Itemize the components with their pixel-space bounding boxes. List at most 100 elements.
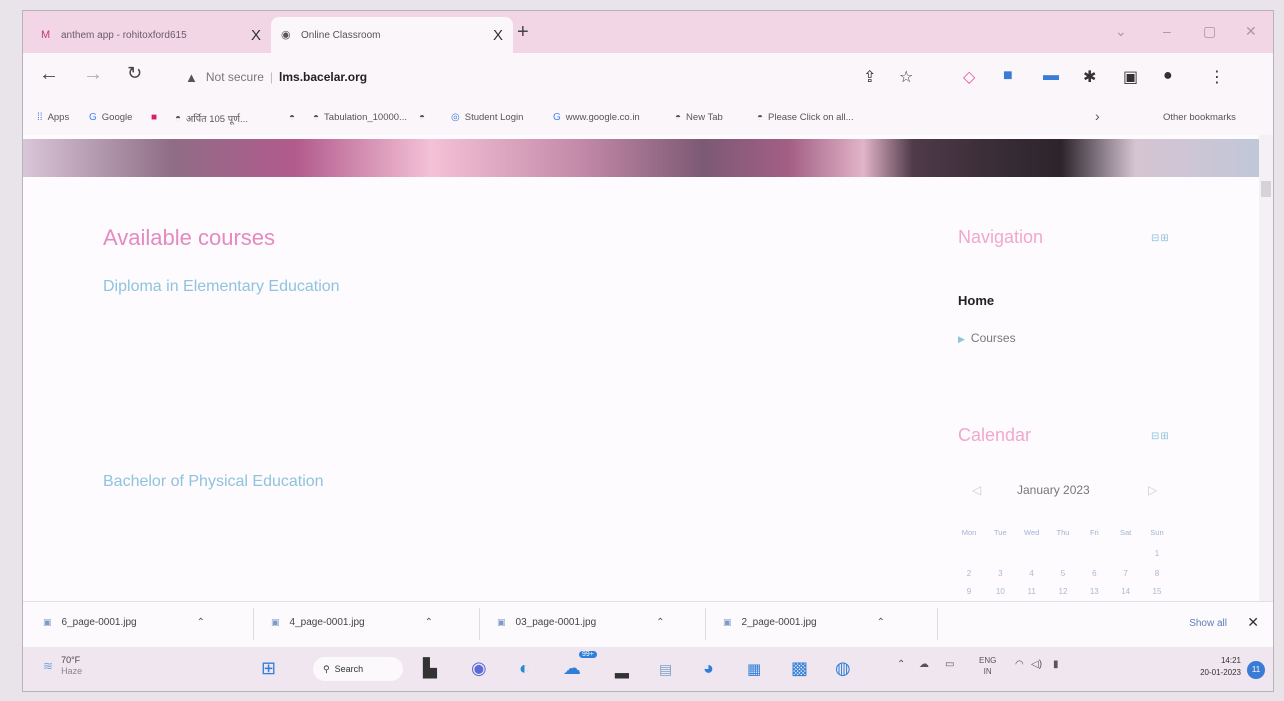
extension-icon[interactable]: ▬: [1043, 67, 1059, 85]
task-view-icon[interactable]: ▙: [423, 658, 437, 679]
reload-icon[interactable]: ↻: [127, 63, 142, 84]
navigation-dock-icon[interactable]: ⊟⊞: [1151, 233, 1170, 244]
calendar-day[interactable]: 3: [989, 569, 1011, 578]
chat-icon[interactable]: ◉: [471, 658, 487, 679]
onedrive-icon[interactable]: ☁: [919, 659, 929, 670]
calendar-prev-month[interactable]: ◁: [972, 483, 981, 497]
calendar-day[interactable]: [989, 549, 1011, 558]
maximize-button[interactable]: ▢: [1203, 23, 1216, 40]
download-item[interactable]: ▣ 03_page-0001.jpg ⌃: [497, 617, 665, 628]
calendar-day[interactable]: 11: [1021, 587, 1043, 596]
photos-icon[interactable]: ▩: [791, 658, 808, 679]
vertical-scrollbar[interactable]: [1259, 135, 1273, 601]
store-icon[interactable]: ▂: [615, 658, 629, 679]
bookmark-site[interactable]: ◓: [419, 112, 430, 123]
calendar-day[interactable]: 7: [1115, 569, 1137, 578]
download-item[interactable]: ▣ 2_page-0001.jpg ⌃: [723, 617, 885, 628]
calendar-day[interactable]: 15: [1146, 587, 1168, 596]
image-file-icon: ▣: [271, 617, 280, 627]
calendar-day[interactable]: 13: [1083, 587, 1105, 596]
chevron-up-icon[interactable]: ⌃: [425, 617, 433, 628]
forward-icon[interactable]: →: [83, 63, 103, 86]
edge-icon[interactable]: ◐: [519, 658, 530, 679]
calendar-day[interactable]: 14: [1115, 587, 1137, 596]
share-icon[interactable]: ⇪: [863, 67, 876, 87]
nav-home-link[interactable]: Home: [958, 293, 994, 308]
calendar-day[interactable]: 12: [1052, 587, 1074, 596]
bookmark-hindi[interactable]: ◓ अर्पित 105 पूर्ण...: [175, 112, 248, 125]
taskbar-search[interactable]: ⚲ Search: [313, 657, 403, 681]
course-link-bachelor[interactable]: Bachelor of Physical Education: [103, 473, 324, 491]
calendar-day[interactable]: 6: [1083, 569, 1105, 578]
bookmark-google-co-in[interactable]: Gwww.google.co.in: [553, 112, 640, 123]
calendar-day[interactable]: 9: [958, 587, 980, 596]
new-tab-button[interactable]: +: [517, 21, 529, 44]
bookmark-tabulation[interactable]: ◓ Tabulation_10000...: [313, 112, 407, 123]
file-explorer-icon[interactable]: ▦: [747, 660, 761, 678]
scrollbar-thumb[interactable]: [1261, 181, 1271, 197]
windows-start-icon[interactable]: ⊞: [261, 658, 276, 679]
bookmark-apps[interactable]: ⁞⁞ Apps: [37, 112, 69, 123]
calendar-day[interactable]: [958, 549, 980, 558]
address-bar[interactable]: ▲ Not secure | lms.bacelar.org: [175, 61, 925, 93]
close-window-button[interactable]: ✕: [1245, 23, 1257, 40]
tab-search-button[interactable]: ⌄: [1115, 23, 1127, 40]
course-link-diploma[interactable]: Diploma in Elementary Education: [103, 278, 340, 296]
bookmark-site[interactable]: ◓: [289, 112, 300, 123]
minimize-button[interactable]: –: [1163, 23, 1171, 39]
avatar[interactable]: ●: [1163, 67, 1173, 85]
tab-title: Online Classroom: [301, 29, 381, 41]
chrome-icon[interactable]: ◕: [703, 658, 714, 679]
bookmark-new-tab[interactable]: ◓ New Tab: [675, 112, 723, 123]
calendar-day[interactable]: 10: [989, 587, 1011, 596]
side-panel-icon[interactable]: ▣: [1123, 67, 1138, 87]
notification-badge[interactable]: 11: [1247, 661, 1265, 679]
bookmarks-more-button[interactable]: ›: [1095, 108, 1100, 124]
excel-icon[interactable]: ▤: [659, 661, 672, 678]
chevron-up-icon[interactable]: ⌃: [656, 617, 664, 628]
back-icon[interactable]: ←: [39, 63, 59, 86]
menu-icon[interactable]: ⋮: [1209, 67, 1225, 87]
battery-icon[interactable]: ▮: [1053, 659, 1059, 670]
nav-courses-link[interactable]: ▶ Courses: [958, 331, 1016, 345]
taskbar-clock[interactable]: 14:21 20-01-2023: [1200, 655, 1241, 679]
calendar-day[interactable]: 8: [1146, 569, 1168, 578]
calendar-day[interactable]: 2: [958, 569, 980, 578]
weather-widget[interactable]: ≋ 70°F Haze: [43, 655, 82, 677]
extension-icon[interactable]: ◇: [963, 67, 975, 87]
calendar-day[interactable]: [1052, 549, 1074, 558]
tab-close-button[interactable]: X: [251, 27, 261, 44]
tab-gmail[interactable]: M anthem app - rohitoxford615 X: [31, 17, 271, 53]
wifi-icon[interactable]: ◠: [1015, 659, 1024, 670]
media-player-icon[interactable]: ◍: [835, 658, 851, 679]
volume-icon[interactable]: ◁): [1031, 659, 1042, 670]
bookmark-star-icon[interactable]: ☆: [899, 67, 913, 87]
bookmark-google[interactable]: G Google: [89, 112, 132, 123]
chevron-up-icon[interactable]: ⌃: [877, 617, 885, 628]
calendar-day[interactable]: 4: [1021, 569, 1043, 578]
extension-icon[interactable]: ■: [1003, 67, 1013, 85]
bookmark-please-click[interactable]: ◓ Please Click on all...: [757, 112, 854, 123]
bookmark-student-login[interactable]: ◎ Student Login: [451, 112, 523, 123]
show-all-downloads-button[interactable]: Show all: [1189, 618, 1227, 629]
chevron-up-icon[interactable]: ⌃: [197, 617, 205, 628]
calendar-dock-icon[interactable]: ⊟⊞: [1151, 431, 1170, 442]
calendar-day[interactable]: [1115, 549, 1137, 558]
calendar-day[interactable]: [1083, 549, 1105, 558]
tab-online-classroom[interactable]: ◉ Online Classroom X: [271, 17, 513, 53]
keyboard-icon[interactable]: ▭: [945, 659, 954, 670]
puzzle-icon[interactable]: ✱: [1083, 67, 1096, 87]
tab-close-button[interactable]: X: [493, 27, 503, 44]
download-item[interactable]: ▣ 4_page-0001.jpg ⌃: [271, 617, 433, 628]
calendar-day[interactable]: 1: [1146, 549, 1168, 558]
language-indicator[interactable]: ENG IN: [979, 655, 996, 677]
mail-icon[interactable]: ☁: [563, 658, 581, 679]
chevron-up-icon[interactable]: ⌃: [897, 659, 905, 670]
download-item[interactable]: ▣ 6_page-0001.jpg ⌃: [43, 617, 205, 628]
bookmark-youtube[interactable]: ■: [151, 112, 162, 123]
calendar-day[interactable]: 5: [1052, 569, 1074, 578]
calendar-day[interactable]: [1021, 549, 1043, 558]
other-bookmarks-folder[interactable]: Other bookmarks: [1163, 112, 1236, 123]
close-downloads-button[interactable]: ✕: [1247, 614, 1259, 631]
calendar-next-month[interactable]: ▷: [1148, 483, 1157, 497]
